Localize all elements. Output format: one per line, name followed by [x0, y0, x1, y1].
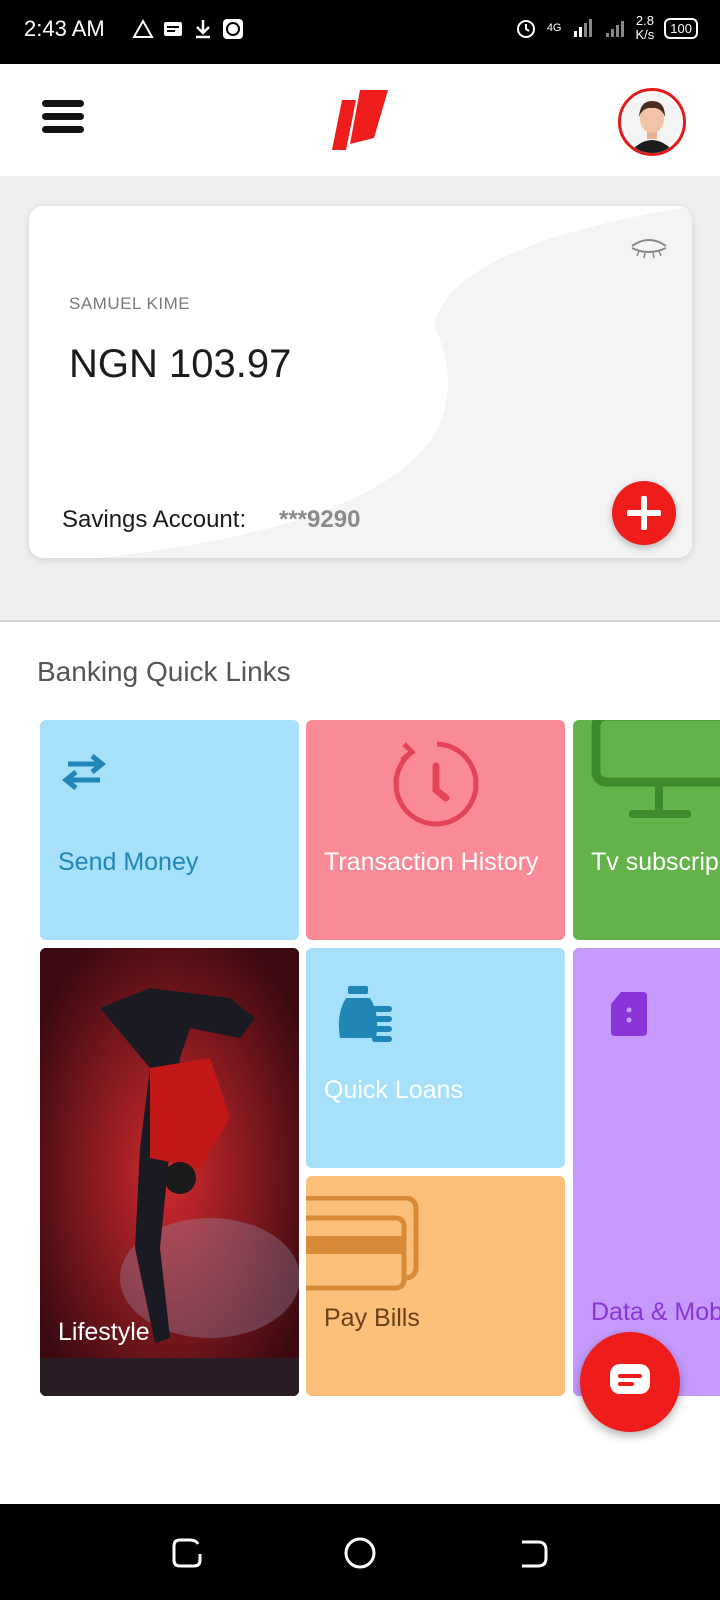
system-icons: 4G 2.8 K/s 100 [515, 14, 698, 42]
network-type: 4G [546, 22, 562, 34]
profile-avatar[interactable] [618, 88, 686, 156]
account-holder-name: SAMUEL KIME [69, 294, 191, 313]
section-title: Banking Quick Links [37, 656, 291, 687]
money-bag-icon [338, 986, 392, 1042]
account-number: ***9290 [279, 506, 361, 533]
clock-history-icon [393, 741, 479, 827]
back-icon[interactable] [516, 1536, 550, 1570]
account-balance: NGN 103.97 [69, 342, 292, 386]
tile-label: Tv subscrip [591, 848, 719, 876]
tile-label: Quick Loans [324, 1076, 463, 1104]
triangle-app-icon [132, 18, 154, 38]
battery-icon: 100 [664, 17, 698, 39]
data-mobile-tile[interactable]: Data & Mob [573, 948, 720, 1396]
send-money-tile[interactable]: Send Money [40, 720, 299, 940]
balance-card: SAMUEL KIME NGN 103.97 Savings Account: … [29, 206, 692, 558]
tv-subscription-tile[interactable]: Tv subscrip [573, 720, 720, 940]
transaction-history-tile[interactable]: Transaction History [306, 720, 565, 940]
download-icon [196, 20, 210, 39]
hamburger-icon[interactable] [42, 100, 84, 136]
notification-icons [132, 18, 244, 40]
signal-icon-2 [605, 21, 624, 37]
speed-value: 2.8 [635, 13, 654, 28]
signal-icon [573, 19, 592, 37]
app-logo [332, 90, 388, 150]
speed-unit: K/s [635, 27, 655, 42]
pay-bills-tile[interactable]: Pay Bills [306, 1176, 565, 1396]
quick-loans-tile[interactable]: Quick Loans [306, 948, 565, 1168]
sim-card-icon [611, 992, 647, 1036]
system-navigation-bar [0, 1504, 720, 1600]
chat-bubble-icon [610, 1364, 650, 1394]
credit-card-icon [306, 1196, 419, 1291]
network-speed: 2.8 K/s [636, 14, 655, 42]
eye-closed-icon[interactable] [629, 236, 669, 262]
tile-label: Data & Mob [591, 1298, 720, 1326]
tile-label: Lifestyle [58, 1318, 150, 1346]
tv-monitor-icon [591, 720, 720, 818]
recent-apps-icon[interactable] [170, 1536, 204, 1570]
home-icon[interactable] [343, 1536, 377, 1570]
app-header [0, 64, 720, 176]
lifestyle-tile[interactable]: Lifestyle [40, 948, 299, 1396]
account-type-label: Savings Account: [62, 506, 247, 533]
tile-label: Transaction History [324, 848, 539, 876]
transfer-arrows-icon [61, 754, 107, 790]
tile-label: Pay Bills [324, 1304, 420, 1332]
person-avatar-icon [623, 93, 681, 153]
tile-label: Send Money [58, 848, 199, 876]
status-time: 2:43 AM [24, 16, 105, 41]
chat-button[interactable] [580, 1332, 680, 1432]
bitcoin-app-icon [223, 19, 243, 39]
add-money-button[interactable] [612, 481, 676, 545]
status-bar: 2:43 AM 4G 2.8 K/s 100 [0, 0, 720, 64]
message-icon [164, 22, 182, 36]
alarm-icon [516, 20, 535, 38]
